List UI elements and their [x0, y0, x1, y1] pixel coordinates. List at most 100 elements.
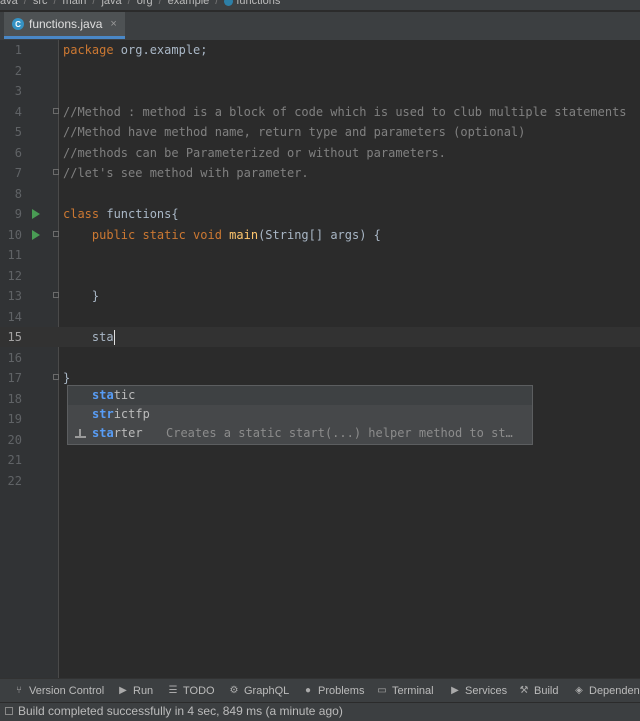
breadcrumb-item-functions[interactable]: functions — [236, 0, 280, 7]
line-number: 1 — [14, 43, 22, 57]
code-line[interactable]: 22 — [0, 471, 640, 491]
code-text: //Method have method name, return type a… — [63, 122, 525, 142]
line-number: 5 — [14, 125, 22, 139]
class-icon — [224, 0, 234, 6]
code-line[interactable]: 12 — [0, 266, 640, 286]
code-token: functions{ — [99, 207, 179, 221]
hammer-icon: ⚒ — [519, 685, 529, 696]
toolwindow-dependencies[interactable]: ◈ Dependenc — [574, 679, 640, 703]
breadcrumb-item-java[interactable]: java — [101, 0, 121, 7]
code-token: main — [229, 227, 259, 242]
toolwindow-build[interactable]: ⚒ Build — [519, 679, 559, 703]
code-line[interactable]: 9 class functions{ — [0, 204, 640, 224]
toolwindow-run[interactable]: ▶ Run — [118, 679, 153, 703]
toolwindow-terminal[interactable]: ▭ Terminal — [377, 679, 433, 703]
line-number: 19 — [7, 412, 22, 426]
run-gutter-icon[interactable] — [32, 229, 40, 240]
breadcrumb-item-example[interactable]: example — [168, 0, 210, 7]
list-icon: ☰ — [168, 685, 178, 696]
code-token: sta — [63, 330, 114, 344]
code-token: public static void — [63, 227, 230, 242]
code-line[interactable]: 4 //Method : method is a block of code wh… — [0, 102, 640, 122]
line-number: 18 — [7, 391, 22, 406]
code-line[interactable]: 7 //let's see method with parameter. — [0, 163, 640, 183]
code-token: org.example; — [113, 43, 208, 57]
code-line[interactable]: 2 — [0, 61, 640, 81]
close-icon[interactable]: × — [110, 18, 116, 30]
code-text: public static void main(String[] args) { — [63, 225, 381, 245]
line-number: 13 — [7, 289, 22, 303]
status-message[interactable]: Build completed successfully in 4 sec, 8… — [18, 703, 343, 720]
tab-functions-java[interactable]: C functions.java × — [4, 12, 125, 39]
fold-icon[interactable] — [53, 374, 59, 380]
code-token: //Method : method is a block of code whi… — [63, 104, 627, 119]
breadcrumb-item-src[interactable]: src — [33, 0, 48, 7]
services-icon: ▶ — [451, 685, 459, 696]
breadcrumb-item-org[interactable]: org — [137, 0, 153, 7]
code-text: } — [63, 286, 99, 306]
code-line[interactable]: 11 — [0, 245, 640, 265]
code-line[interactable]: 8 — [0, 184, 640, 204]
completion-item-starter[interactable]: starter Creates a static start(...) help… — [68, 424, 532, 443]
code-token: class — [63, 207, 100, 221]
code-line[interactable]: 10 public static void main(String[] args… — [0, 225, 640, 245]
code-line[interactable]: 3 — [0, 81, 640, 101]
dependencies-icon: ◈ — [575, 685, 583, 696]
code-token: //let's see method with parameter. — [63, 166, 309, 180]
code-line[interactable]: 6 //methods can be Parameterized or witho… — [0, 143, 640, 163]
play-icon: ▶ — [119, 685, 127, 696]
line-number: 6 — [14, 145, 22, 160]
code-line[interactable]: 21 — [0, 450, 640, 470]
completion-description: Creates a static start(...) helper metho… — [166, 426, 513, 440]
code-token: (String[] args) { — [258, 227, 381, 242]
line-number: 21 — [7, 453, 22, 467]
tab-label: functions.java — [29, 17, 103, 31]
breadcrumb-item-main[interactable]: main — [63, 0, 87, 7]
code-text: class functions{ — [63, 204, 179, 224]
line-number: 4 — [14, 104, 22, 119]
code-line[interactable]: 1 package org.example; — [0, 40, 640, 60]
code-text: //let's see method with parameter. — [63, 163, 309, 183]
fold-icon[interactable] — [53, 169, 59, 175]
breadcrumb-item-ava[interactable]: ava — [0, 0, 18, 7]
code-line[interactable]: 16 — [0, 348, 640, 368]
completion-popup: static strictfp starter Creates a static… — [67, 385, 533, 445]
class-icon: C — [12, 18, 24, 30]
run-gutter-icon[interactable] — [32, 209, 40, 219]
code-text: sta — [63, 327, 115, 347]
line-number: 2 — [14, 63, 22, 78]
toolwindow-todo[interactable]: ☰ TODO — [168, 679, 215, 703]
completion-item-static[interactable]: static — [68, 386, 532, 405]
line-number: 7 — [14, 166, 22, 180]
code-editor[interactable]: 1 package org.example; 2 3 4 //Method : metho… — [0, 40, 640, 678]
code-line[interactable]: 5 //Method have method name, return type … — [0, 122, 640, 142]
line-number: 11 — [7, 248, 22, 262]
breadcrumb: ava / src / main / java / org / example / functions — [0, 0, 640, 10]
toolwindow-problems[interactable]: ● Problems — [303, 679, 365, 703]
code-text: package org.example; — [63, 40, 208, 60]
fold-icon[interactable] — [53, 230, 59, 237]
code-token: //Method have method name, return type a… — [63, 125, 526, 139]
line-number: 8 — [14, 186, 22, 201]
status-bar: Build completed successfully in 4 sec, 8… — [0, 702, 640, 721]
code-line[interactable]: 14 — [0, 307, 640, 327]
line-number: 10 — [7, 227, 22, 242]
fold-icon[interactable] — [53, 292, 59, 298]
branch-icon: ⑂ — [16, 685, 22, 696]
toolwindow-services[interactable]: ▶ Services — [450, 679, 507, 703]
line-number: 9 — [14, 207, 22, 221]
warning-icon: ● — [304, 685, 312, 696]
toolwindow-version-control[interactable]: ⑂ Version Control — [14, 679, 104, 703]
toolwindow-graphql[interactable]: ⚙ GraphQL — [229, 679, 290, 703]
fold-icon[interactable] — [53, 107, 59, 114]
line-number: 16 — [7, 350, 22, 365]
code-token: } — [63, 371, 71, 385]
line-number: 14 — [7, 309, 22, 324]
line-number: 22 — [7, 473, 22, 488]
status-toggle-icon[interactable] — [5, 707, 13, 715]
completion-item-strictfp[interactable]: strictfp — [68, 405, 532, 424]
line-number: 3 — [14, 84, 22, 98]
graphql-icon: ⚙ — [229, 685, 239, 696]
code-line[interactable]: 13 } — [0, 286, 640, 306]
code-line[interactable]: 15 sta — [0, 327, 640, 347]
